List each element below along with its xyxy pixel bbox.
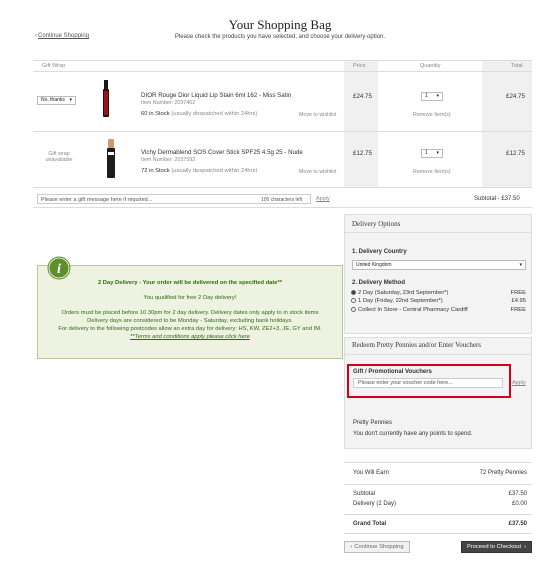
col-gift-wrap: Gift Wrap: [42, 63, 66, 69]
terms-link[interactable]: **Terms and conditions apply please clic…: [37, 334, 343, 340]
voucher-code-input[interactable]: Please enter your voucher code here...: [353, 378, 503, 388]
quantity-select[interactable]: 1 ▾: [421, 149, 443, 158]
total-column-bg: [482, 60, 532, 187]
earn-row: You Will Earn 72 Pretty Pennies: [353, 470, 527, 476]
delivery-heading: 2 Day Delivery - Your order will be deli…: [97, 280, 283, 286]
back-chevron-icon: ‹: [35, 33, 37, 39]
radio-icon[interactable]: [351, 307, 356, 312]
col-quantity: Quantity: [420, 63, 441, 69]
chevron-right-icon: ›: [524, 544, 527, 550]
page-title: Your Shopping Bag: [228, 17, 332, 32]
product-image-lip-stain[interactable]: [99, 80, 113, 118]
delivery-line-2: Delivery days are considered to be Monda…: [87, 318, 293, 324]
product-total: £12.75: [506, 150, 525, 157]
delivery-method-option[interactable]: Collect In Store - Central Pharmacy Card…: [351, 307, 526, 313]
product-stock: 60 in Stock (usually despatched within 2…: [141, 111, 258, 117]
dropdown-arrow-icon: ▾: [519, 261, 522, 268]
delivery-country-label: 1. Delivery Country: [352, 249, 407, 255]
subtotal-line: Subtotal - £37.50: [474, 196, 520, 202]
remove-item-link[interactable]: Remove Item(s): [413, 112, 451, 118]
delivery-method-option[interactable]: 1 Day (Friday, 22nd September*) £4.95: [351, 298, 526, 304]
product-item-number: Item Number: 2037462: [141, 100, 196, 106]
price-column-bg: [344, 60, 378, 187]
delivery-line-1: Orders must be placed before 10.30pm for…: [61, 310, 319, 316]
product-name[interactable]: DIOR Rouge Dior Liquid Lip Stain 6ml 162…: [141, 92, 291, 99]
gift-message-apply-link[interactable]: Apply: [316, 196, 330, 202]
svg-text:i: i: [57, 262, 61, 277]
delivery-method-option[interactable]: 2 Day (Saturday, 23rd September*) FREE: [351, 290, 526, 296]
chevron-left-icon: ‹: [350, 544, 353, 550]
product-name[interactable]: Vichy Dermablend SOS Cover Stick SPF25 4…: [141, 149, 303, 156]
grand-total-row: Grand Total £37.50: [353, 521, 527, 527]
delivery-method-label: 2. Delivery Method: [352, 280, 406, 286]
delivery-line-3: For delivery to the following postcodes …: [58, 326, 322, 332]
product-total: £24.75: [506, 93, 525, 100]
characters-left: 100 characters left: [261, 197, 303, 203]
dropdown-arrow-icon: ▾: [69, 97, 72, 103]
product-image-cover-stick[interactable]: [104, 139, 118, 179]
product-price: £24.75: [353, 93, 372, 100]
move-to-wishlist-link[interactable]: Move to wishlist: [299, 112, 336, 118]
vouchers-title: Redeem Pretty Pennies and/or Enter Vouch…: [352, 341, 482, 349]
product-price: £12.75: [353, 150, 372, 157]
continue-shopping-link[interactable]: Continue Shopping: [38, 33, 89, 39]
delivery-qualified: You qualified for free 2 Day delivery!: [143, 295, 237, 301]
delivery-country-select[interactable]: United Kingdom ▾: [352, 260, 526, 270]
radio-icon[interactable]: [351, 298, 356, 303]
continue-shopping-button[interactable]: ‹ Continue Shopping: [344, 541, 410, 553]
gift-wrap-unavailable: Gift wrap unavailable: [45, 151, 73, 163]
subtotal-row: Subtotal £37.50: [353, 491, 527, 497]
move-to-wishlist-link[interactable]: Move to wishlist: [299, 169, 336, 175]
product-stock: 72 in Stock (usually despatched within 2…: [141, 168, 258, 174]
dropdown-arrow-icon: ▾: [436, 150, 439, 156]
voucher-label: Gift / Promotional Vouchers: [353, 369, 432, 375]
radio-selected-icon[interactable]: [351, 290, 356, 295]
col-price: Price: [353, 63, 366, 69]
remove-item-link[interactable]: Remove Item(s): [413, 169, 451, 175]
info-icon: i: [47, 256, 71, 280]
quantity-select[interactable]: 1 ▾: [421, 92, 443, 101]
pretty-pennies-text: You don't currently have any points to s…: [353, 431, 473, 437]
dropdown-arrow-icon: ▾: [436, 93, 439, 99]
gift-wrap-select[interactable]: No, thanks ▾: [37, 96, 76, 105]
proceed-to-checkout-button[interactable]: Proceed to Checkout ›: [461, 541, 532, 553]
col-total: Total: [511, 63, 523, 69]
delivery-options-title: Delivery Options: [352, 220, 401, 228]
voucher-apply-link[interactable]: Apply: [512, 380, 526, 386]
product-item-number: Item Number: 2037592: [141, 157, 196, 163]
delivery-cost-row: Delivery (2 Day) £0.00: [353, 501, 527, 507]
pretty-pennies-label: Pretty Pennies: [353, 420, 393, 426]
